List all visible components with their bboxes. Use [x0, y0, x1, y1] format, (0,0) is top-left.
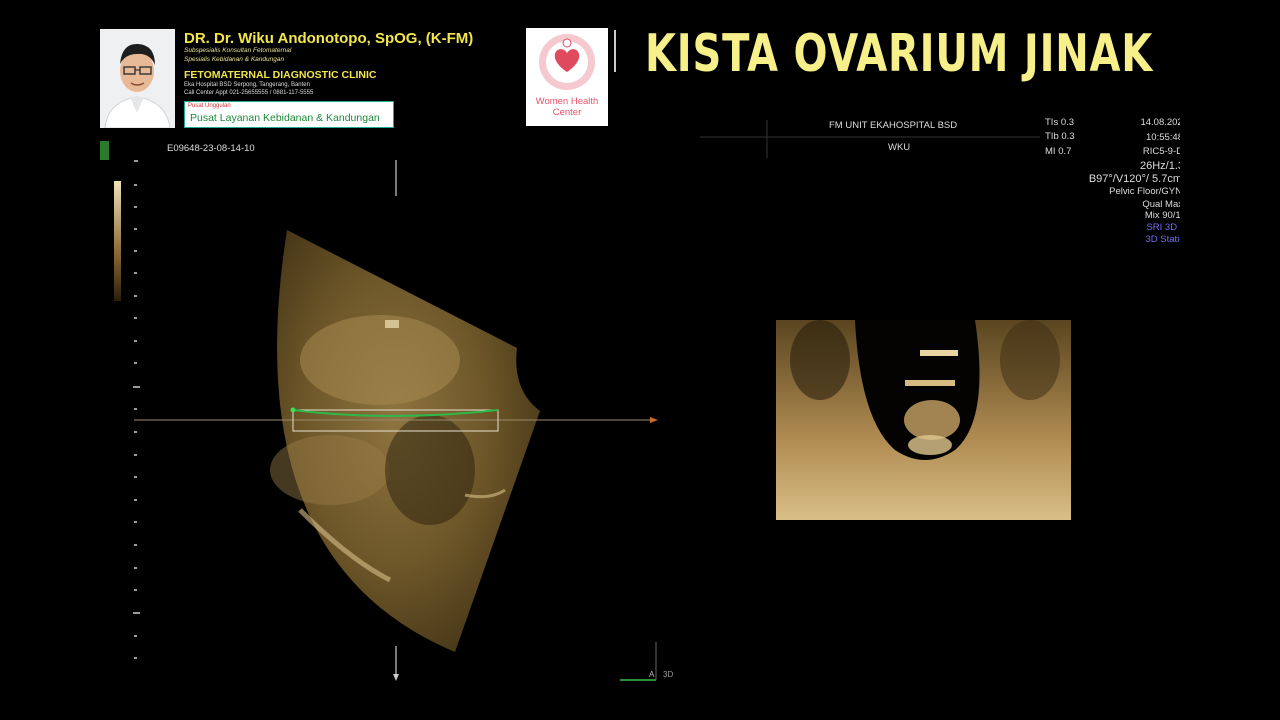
frame-rate: 26Hz/1.3 — [1139, 160, 1180, 172]
3d-render-image — [776, 320, 1071, 520]
gray-scale-bar — [114, 181, 121, 301]
static-mode: 3D Static — [1145, 234, 1180, 245]
ultrasound-display — [133, 120, 1071, 681]
curve-handle[interactable] — [290, 407, 296, 413]
quality: Qual Max — [1142, 199, 1180, 210]
scan-status-marker — [100, 141, 109, 160]
mode-3d-label[interactable]: 3D — [663, 670, 673, 679]
tis-value: TIs 0.3 — [1045, 117, 1075, 128]
preset: Pelvic Floor/GYN — [1109, 186, 1180, 197]
volume-angle: B97°/V120°/ 5.7cm — [1088, 173, 1180, 185]
scan-id: E09648-23-08-14-10 — [167, 143, 255, 154]
hospital-unit: FM UNIT EKAHOSPITAL BSD — [829, 120, 958, 131]
mi-value: MI 0.7 — [1045, 146, 1072, 157]
operator-code: WKU — [888, 142, 911, 153]
mix-ratio: Mix 90/10 — [1144, 210, 1180, 221]
scan-date: 14.08.2023 — [1140, 117, 1180, 128]
probe-name: RIC5-9-D — [1142, 146, 1180, 157]
acquisition-params-panel: 14.08.2023 10:55:48 RIC5-9-D 26Hz/1.3 B9… — [1080, 116, 1180, 248]
sri-setting: SRI 3D 2 — [1146, 222, 1180, 233]
down-arrow-icon — [393, 674, 399, 681]
scan-time: 10:55:48 — [1146, 132, 1180, 143]
depth-scale — [133, 160, 140, 659]
tib-value: TIb 0.3 — [1045, 131, 1075, 142]
mode-a-label[interactable]: A — [649, 670, 654, 679]
reference-arrow-icon — [650, 417, 658, 423]
b-mode-sector-image — [270, 230, 540, 652]
